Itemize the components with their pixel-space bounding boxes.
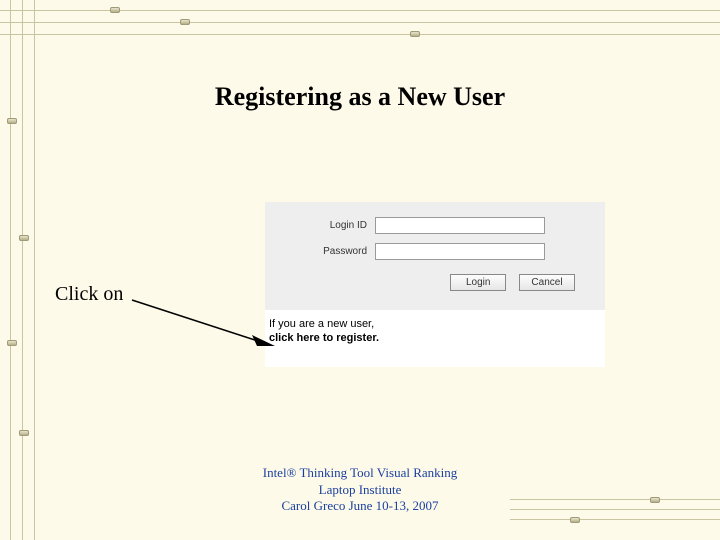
frame-stud	[110, 7, 120, 13]
login-form-area: Login ID Password Login Cancel	[265, 202, 605, 310]
password-input[interactable]	[375, 243, 545, 260]
cancel-button[interactable]: Cancel	[519, 274, 575, 291]
frame-line	[0, 22, 720, 23]
login-button[interactable]: Login	[450, 274, 506, 291]
frame-line	[10, 0, 11, 540]
frame-stud	[570, 517, 580, 523]
footer-line-3: Carol Greco June 10‑13, 2007	[0, 498, 720, 514]
frame-stud	[19, 430, 29, 436]
frame-stud	[180, 19, 190, 25]
frame-line	[0, 34, 720, 35]
password-label: Password	[275, 246, 375, 257]
frame-line	[0, 10, 720, 11]
footer-line-1: Intel® Thinking Tool Visual Ranking	[0, 465, 720, 481]
footer-line-2: Laptop Institute	[0, 482, 720, 498]
login-panel: Login ID Password Login Cancel If you ar…	[265, 202, 605, 367]
login-id-input[interactable]	[375, 217, 545, 234]
frame-stud	[410, 31, 420, 37]
frame-line	[22, 0, 23, 540]
new-user-block: If you are a new user, click here to reg…	[265, 310, 605, 350]
arrow-icon	[130, 298, 275, 348]
frame-line	[34, 0, 35, 540]
login-id-label: Login ID	[275, 220, 375, 231]
new-user-line1: If you are a new user,	[269, 318, 374, 330]
instruction-text: Click on	[55, 283, 123, 306]
frame-line	[510, 519, 720, 520]
footer: Intel® Thinking Tool Visual Ranking Lapt…	[0, 465, 720, 514]
register-link[interactable]: click here to register.	[269, 332, 379, 344]
slide-title: Registering as a New User	[0, 82, 720, 112]
frame-stud	[19, 235, 29, 241]
frame-stud	[7, 340, 17, 346]
frame-stud	[7, 118, 17, 124]
